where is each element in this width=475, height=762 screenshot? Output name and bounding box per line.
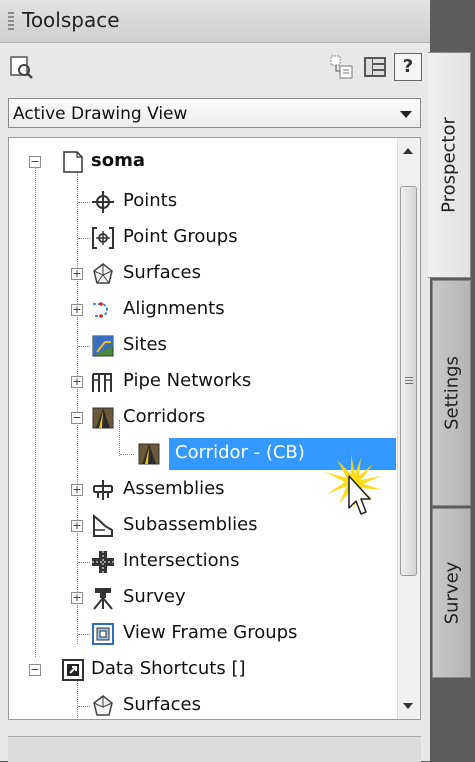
tab-settings[interactable]: Settings	[432, 280, 471, 506]
data-shortcuts-icon	[62, 659, 84, 681]
tree-item-shortcut-surfaces[interactable]: Surfaces	[9, 688, 390, 719]
tree-connector	[78, 346, 90, 347]
tree-item-label: Surfaces	[123, 262, 201, 283]
tab-label: Settings	[441, 356, 462, 430]
intersections-icon	[92, 551, 114, 573]
tab-label: Prospector	[438, 117, 460, 213]
tab-prospector[interactable]: Prospector	[428, 52, 471, 278]
mouse-cursor-icon	[325, 454, 383, 515]
point-groups-icon	[92, 227, 114, 249]
tree-item-pipe-networks[interactable]: + Pipe Networks	[9, 364, 390, 400]
view-frame-groups-icon	[92, 623, 114, 645]
tree-item-points[interactable]: Points	[9, 184, 390, 220]
subassemblies-icon	[93, 514, 113, 537]
survey-icon	[93, 588, 113, 610]
tree-item-label: Intersections	[123, 550, 240, 571]
sites-icon	[92, 335, 114, 357]
expand-icon[interactable]: +	[71, 376, 83, 388]
zoom-preview-icon[interactable]	[8, 53, 36, 81]
list-view-icon[interactable]	[361, 53, 389, 81]
tree-item-label: Data Shortcuts []	[91, 658, 246, 679]
collapse-icon[interactable]: −	[29, 664, 41, 676]
tree-connector	[78, 634, 90, 635]
scroll-down-icon[interactable]	[403, 703, 413, 709]
grip-icon	[405, 377, 413, 385]
tab-survey[interactable]: Survey	[432, 508, 471, 678]
tree-connector	[78, 202, 90, 203]
surfaces-icon	[93, 263, 113, 284]
tree-item-label: Corridors	[123, 406, 206, 427]
tree-item-label: Pipe Networks	[123, 370, 252, 391]
tree-item-soma[interactable]: − soma	[9, 144, 390, 180]
tree-item-label: Survey	[123, 586, 186, 607]
toolspace-title: Toolspace	[22, 8, 120, 32]
tree-item-label: Assemblies	[123, 478, 225, 499]
tree-connector	[120, 454, 134, 455]
tree-item-label: Sites	[123, 334, 167, 355]
corridors-icon	[92, 407, 114, 429]
tree-item-label: Point Groups	[123, 226, 238, 247]
tree-item-surfaces[interactable]: + Surfaces	[9, 256, 390, 292]
alignments-icon	[93, 302, 108, 318]
collapse-icon[interactable]: −	[71, 412, 83, 424]
drag-grip-icon[interactable]	[8, 12, 14, 30]
chevron-down-icon[interactable]	[400, 111, 412, 118]
expand-icon[interactable]: +	[71, 592, 83, 604]
item-view-icon[interactable]	[328, 53, 356, 81]
tree-item-survey[interactable]: + Survey	[9, 580, 390, 616]
tab-label: Survey	[441, 561, 462, 625]
tree-item-label: Alignments	[123, 298, 225, 319]
expand-icon[interactable]: +	[71, 484, 83, 496]
expand-icon[interactable]: +	[71, 268, 83, 280]
tree-scrollbar[interactable]	[397, 138, 420, 719]
tree-item-point-groups[interactable]: Point Groups	[9, 220, 390, 256]
tree-item-intersections[interactable]: Intersections	[9, 544, 390, 580]
assemblies-icon	[93, 480, 113, 500]
view-selector-value: Active Drawing View	[13, 104, 188, 124]
tree-item-view-frame-groups[interactable]: View Frame Groups	[9, 616, 390, 652]
corridor-icon	[138, 443, 160, 465]
tree-item-label: Corridor - (CB)	[175, 442, 305, 463]
tree-item-label: Points	[123, 190, 178, 211]
status-strip	[8, 736, 421, 762]
tree-item-label: View Frame Groups	[123, 622, 298, 643]
collapse-icon[interactable]: −	[29, 156, 41, 168]
prospector-tree: − soma Points Point Groups + Surfaces + …	[8, 137, 421, 720]
scrollbar-thumb[interactable]	[400, 186, 417, 576]
tree-item-sites[interactable]: Sites	[9, 328, 390, 364]
tree-connector	[78, 238, 90, 239]
scroll-up-icon[interactable]	[403, 148, 413, 154]
tree-item-label: Surfaces	[123, 694, 201, 715]
view-selector-dropdown[interactable]: Active Drawing View	[8, 98, 421, 128]
toolspace-panel: Toolspace ? Active Drawing View − soma P…	[0, 0, 430, 762]
tree-item-data-shortcuts[interactable]: − Data Shortcuts []	[9, 652, 390, 688]
tree-item-alignments[interactable]: + Alignments	[9, 292, 390, 328]
tree-connector	[78, 562, 90, 563]
toolspace-titlebar[interactable]: Toolspace	[0, 0, 430, 43]
expand-icon[interactable]: +	[71, 520, 83, 532]
pipe-networks-icon	[92, 373, 112, 392]
surfaces-icon	[93, 695, 113, 716]
points-icon	[92, 191, 114, 213]
expand-icon[interactable]: +	[71, 304, 83, 316]
tree-connector	[78, 706, 90, 707]
tree-item-corridors[interactable]: − Corridors	[9, 400, 390, 436]
tree-item-label: soma	[91, 150, 145, 171]
tree-item-label: Subassemblies	[123, 514, 258, 535]
toolbar: ?	[0, 43, 430, 91]
help-button[interactable]: ?	[394, 53, 422, 81]
drawing-icon	[63, 151, 83, 173]
